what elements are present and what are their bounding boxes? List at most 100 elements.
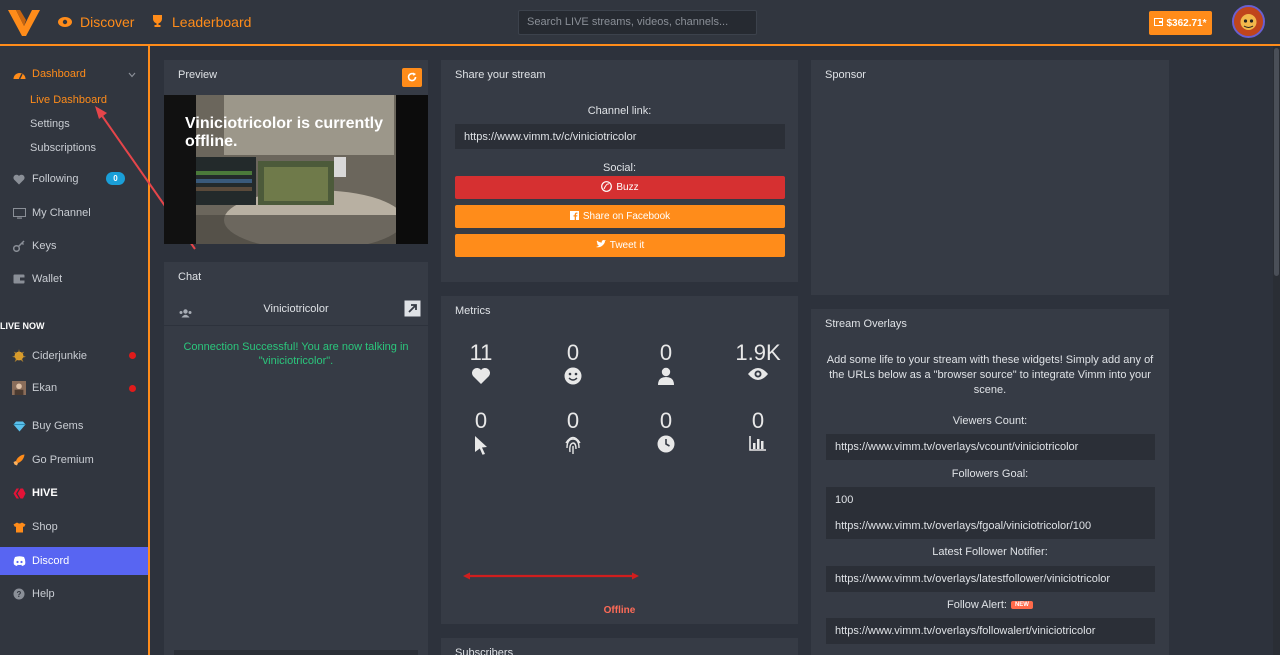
eye-icon [58,14,72,30]
sidebar-item-buy-gems[interactable]: Buy Gems [0,413,148,439]
preview-panel: Preview Viniciotricolor is currently off… [164,60,428,244]
sidebar-item-go-premium[interactable]: Go Premium [0,447,148,473]
sidebar-item-discord[interactable]: Discord [0,547,148,575]
user-icon [636,367,696,387]
stream-overlays-panel: Stream Overlays Add some life to your st… [811,309,1169,655]
channel-link-label: Channel link: [587,105,652,117]
discord-icon [12,554,26,568]
metric-users: 0 [659,340,673,365]
trophy-icon [151,14,164,30]
stream-status: Offline [603,605,636,616]
discover-link[interactable]: Discover [58,14,134,30]
followers-goal-input[interactable]: 100 [826,487,1155,513]
sponsor-title: Sponsor [825,69,866,81]
sidebar-item-dashboard[interactable]: Dashboard [0,61,148,87]
chat-input[interactable] [174,650,418,655]
popout-icon[interactable] [404,300,421,322]
fingerprint-icon [543,435,603,455]
followers-goal-url-field[interactable]: https://www.vimm.tv/overlays/fgoal/vinic… [826,513,1155,539]
wallet-icon [12,272,26,286]
refresh-icon [407,69,417,87]
chat-channel-name: Viniciotricolor [263,303,329,315]
sidebar-item-wallet[interactable]: Wallet [0,266,148,292]
new-badge: NEW [1010,601,1033,610]
search-input[interactable]: Search LIVE streams, videos, channels... [518,10,757,35]
chevron-down-icon[interactable] [128,69,136,81]
channel-avatar-icon [12,381,26,395]
metrics-title: Metrics [455,305,491,317]
metric-likes: 11 [469,340,493,365]
svg-text:?: ? [17,590,22,599]
tweet-button[interactable]: Tweet it [455,234,785,257]
facebook-icon [569,210,579,223]
clock-icon [636,435,696,455]
top-bar: Discover Leaderboard Search LIVE streams… [0,0,1280,46]
wallet-balance-button[interactable]: $362.71* [1149,11,1212,35]
sidebar-item-settings[interactable]: Settings [30,118,70,130]
social-label: Social: [602,162,637,174]
metrics-panel: Metrics 11 0 0 1.9K 0 0 0 0 Offline [441,296,798,624]
monitor-icon [12,206,26,220]
share-facebook-button[interactable]: Share on Facebook [455,205,785,228]
page-scrollbar[interactable] [1273,46,1280,655]
hive-icon [12,486,26,500]
heart-icon [451,367,511,387]
shirt-icon [12,520,26,534]
sidebar-item-shop[interactable]: Shop [0,514,148,540]
refresh-button[interactable] [402,68,422,87]
chat-panel: Chat Viniciotricolor Connection Successf… [164,262,428,655]
help-icon: ? [12,587,26,601]
scrollbar-thumb[interactable] [1274,48,1279,276]
buzz-icon [601,180,613,195]
sponsor-panel: Sponsor [811,60,1169,295]
dashboard-icon [12,67,26,81]
preview-title: Preview [178,69,218,81]
sidebar: Dashboard Live Dashboard Settings Subscr… [0,46,196,655]
buzz-button[interactable]: Buzz [455,176,785,199]
chat-header: Viniciotricolor [164,294,428,326]
offline-overlay-text: Viniciotricolor is currently offline. [185,115,383,150]
vimm-logo[interactable] [6,6,42,38]
follow-alert-label: Follow Alert: NEW [811,599,1169,611]
user-avatar[interactable] [1232,5,1265,38]
bar-chart-icon [728,435,788,455]
gem-icon [12,419,26,433]
metric-views: 1.9K [735,340,781,365]
metric-unique: 0 [566,408,580,433]
subscribers-panel: Subscribers [441,638,798,655]
viewers-count-label: Viewers Count: [952,415,1028,427]
leaderboard-link[interactable]: Leaderboard [151,14,251,30]
live-channel-item[interactable]: Ekan [0,375,148,401]
sidebar-item-hive[interactable]: HIVE [0,480,148,506]
share-panel: Share your stream Channel link: https://… [441,60,798,282]
latest-follower-url-field[interactable]: https://www.vimm.tv/overlays/latestfollo… [826,566,1155,592]
viewers-count-url-field[interactable]: https://www.vimm.tv/overlays/vcount/vini… [826,434,1155,460]
metric-smiles: 0 [566,340,580,365]
metric-stats: 0 [751,408,765,433]
share-title: Share your stream [455,69,546,81]
follow-alert-url-field[interactable]: https://www.vimm.tv/overlays/followalert… [826,618,1155,644]
annotation-arrow [463,572,639,580]
channel-link-field[interactable]: https://www.vimm.tv/c/viniciotricolor [455,124,785,149]
latest-follower-label: Latest Follower Notifier: [932,546,1048,558]
followers-goal-label: Followers Goal: [951,468,1029,480]
live-indicator [129,352,136,359]
smile-icon [543,367,603,387]
chat-title: Chat [178,271,202,283]
wallet-icon [1154,17,1164,29]
chat-system-message: Connection Successful! You are now talki… [183,341,409,367]
overlays-description: Add some life to your stream with these … [826,354,1154,396]
rocket-icon [12,453,26,467]
pointer-icon [451,435,511,455]
channel-avatar-icon [12,349,26,363]
heart-icon [12,172,26,186]
sidebar-item-help[interactable]: ? Help [0,581,148,607]
metric-clicks: 0 [474,408,488,433]
live-now-heading: LIVE NOW [0,321,45,331]
key-icon [12,239,26,253]
twitter-icon [595,240,606,251]
sidebar-item-subscriptions[interactable]: Subscriptions [30,142,96,154]
live-channel-item[interactable]: Ciderjunkie [0,343,148,369]
stream-preview-image[interactable]: Viniciotricolor is currently offline. [164,95,428,244]
live-indicator [129,385,136,392]
